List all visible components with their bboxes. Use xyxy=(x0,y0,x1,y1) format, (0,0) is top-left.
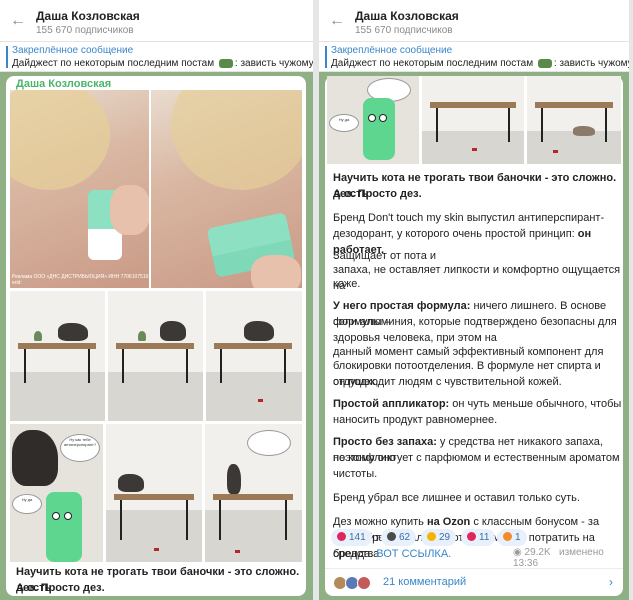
pinned-message[interactable]: Закреплённое сообщение Дайджест по некот… xyxy=(319,42,629,72)
pinned-title: Закреплённое сообщение xyxy=(331,45,453,56)
post-text: коже. xyxy=(333,278,361,290)
post-text: наносить продукт равномернее. xyxy=(333,414,498,426)
deodorant-character xyxy=(46,492,82,562)
hand-shape xyxy=(251,255,301,288)
pinned-accent-bar xyxy=(6,46,8,68)
post-text: соли алюминия, которые подтверждено безо… xyxy=(333,316,617,328)
subscriber-count: 155 670 подписчиков xyxy=(355,25,453,36)
hair-shape xyxy=(10,90,110,190)
photo-caption: Реклама ООО «ДНС ДИСТРИБЬЮЦИЯ» ИНН 77061… xyxy=(12,274,149,286)
plant-pot xyxy=(138,331,146,341)
message-author[interactable]: Даша Козловская xyxy=(16,78,111,90)
post-text: запаха, не оставляет липкости и комфортн… xyxy=(333,264,621,292)
arrow-left-icon[interactable]: ← xyxy=(329,13,345,29)
message-bubble: Ну да Научить кота не трогать твои баноч… xyxy=(325,76,623,596)
reaction-fire[interactable]: 1 xyxy=(497,529,527,546)
comments-count: 21 комментарий xyxy=(383,576,467,588)
post-text: Простой аппликатор: он чуть меньше обычн… xyxy=(333,398,622,410)
cat-shape xyxy=(118,474,144,492)
cat-shape xyxy=(160,321,186,341)
photo-woman-applying[interactable] xyxy=(151,90,302,288)
frog-emoji-icon xyxy=(537,58,552,68)
post-text: Бренд убрал все лишнее и оставил только … xyxy=(333,492,580,504)
post-text: дез. Просто дез. xyxy=(333,188,422,200)
reaction-heart-eyes[interactable]: 11 xyxy=(461,529,496,546)
post-text-line-2: дез. Просто дез. xyxy=(16,582,105,594)
view-count: 29.2K xyxy=(524,547,551,558)
comic-panel-3[interactable] xyxy=(206,291,302,421)
message-meta: ◉ 29.2K изменено 13:36 xyxy=(513,547,623,569)
avatar xyxy=(357,576,371,590)
window-edge xyxy=(629,0,633,600)
comic-panel-6[interactable] xyxy=(205,424,302,562)
channel-header[interactable]: ← Даша Козловская 155 670 подписчиков xyxy=(319,0,629,42)
cat-shape xyxy=(227,464,241,494)
speech-bubble xyxy=(247,430,291,456)
cat-shape xyxy=(573,126,595,136)
chevron-right-icon: › xyxy=(609,575,613,589)
pinned-accent-bar xyxy=(325,46,327,68)
edited-label: изменено xyxy=(559,547,604,558)
post-text: чистоты. xyxy=(333,468,378,480)
comic-panel-5[interactable] xyxy=(106,424,202,562)
char-speech: Ну да xyxy=(329,114,359,132)
comic-panel-2[interactable] xyxy=(108,291,203,421)
heart-icon xyxy=(337,532,346,541)
post-text: не конфликтует с парфюмом и естественным… xyxy=(333,452,620,464)
arrow-left-icon[interactable]: ← xyxy=(10,13,26,29)
post-text: бренда. ВОТ ССЫЛКА. xyxy=(333,548,452,560)
pinned-title: Закреплённое сообщение xyxy=(12,45,134,56)
cat-emoji-icon xyxy=(387,532,396,541)
pinned-message[interactable]: Закреплённое сообщение Дайджест по некот… xyxy=(0,42,313,72)
fallen-item xyxy=(472,148,477,151)
reaction-smile[interactable]: 29 xyxy=(421,529,457,546)
frog-emoji-icon xyxy=(218,58,233,68)
message-bubble: Даша Козловская Реклама ООО «ДНС ДИСТРИБ… xyxy=(6,76,306,596)
fallen-item xyxy=(553,150,558,153)
fallen-item xyxy=(235,550,240,553)
post-text: Бренд Don't touch my skin выпустил антип… xyxy=(333,212,605,224)
pinned-preview: Дайджест по некоторым последним постам :… xyxy=(12,58,313,69)
smile-icon xyxy=(427,532,436,541)
hand-shape xyxy=(110,185,149,235)
channel-header[interactable]: ← Даша Козловская 155 670 подписчиков xyxy=(0,0,313,42)
hair-shape xyxy=(171,90,302,190)
comic-panel-4[interactable]: Ну как тебе антиперспирант? Ну да xyxy=(10,424,103,562)
sphynx-cat xyxy=(12,430,58,486)
post-text: он подходит людям с чувствительной кожей… xyxy=(333,376,562,388)
right-pane: ← Даша Козловская 155 670 подписчиков За… xyxy=(319,0,629,600)
deodorant-character xyxy=(363,98,395,160)
subscriber-count: 155 670 подписчиков xyxy=(36,25,134,36)
comic-panel-1[interactable] xyxy=(10,291,105,421)
fire-icon xyxy=(503,532,512,541)
plant-pot xyxy=(34,331,42,341)
channel-name: Даша Козловская xyxy=(355,9,459,23)
comments-bar[interactable]: 21 комментарий › xyxy=(325,568,623,596)
fallen-item xyxy=(258,399,263,402)
reaction-heart[interactable]: 141 xyxy=(331,529,372,546)
ozon-link[interactable]: ВОТ ССЫЛКА. xyxy=(376,548,451,560)
pinned-preview: Дайджест по некоторым последним постам :… xyxy=(331,58,629,69)
eye-icon: ◉ xyxy=(513,547,522,558)
comic-panel-4[interactable]: Ну да xyxy=(327,76,419,164)
char-speech: Ну да xyxy=(12,494,42,514)
left-pane: ← Даша Козловская 155 670 подписчиков За… xyxy=(0,0,313,600)
channel-name: Даша Козловская xyxy=(36,9,140,23)
photo-woman-portrait[interactable]: Реклама ООО «ДНС ДИСТРИБЬЮЦИЯ» ИНН 77061… xyxy=(10,90,149,288)
comic-panel-5[interactable] xyxy=(422,76,524,164)
reaction-cat[interactable]: 62 xyxy=(381,529,417,546)
cat-shape xyxy=(244,321,274,341)
comic-panel-6[interactable] xyxy=(527,76,621,164)
heart-eyes-icon xyxy=(467,532,476,541)
cat-shape xyxy=(58,323,88,341)
fallen-item xyxy=(154,548,159,551)
speech-bubble: Ну как тебе антиперспирант? xyxy=(60,434,100,462)
